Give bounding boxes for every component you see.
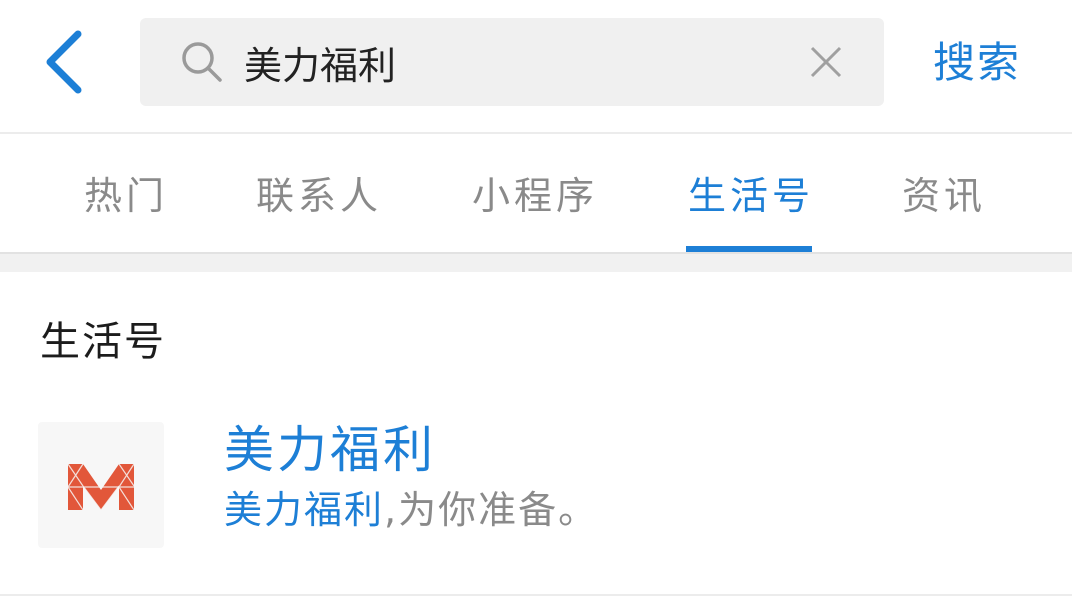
section-separator [0, 254, 1072, 272]
tab-news[interactable]: 资讯 [902, 166, 986, 226]
app-screen: 搜索 热门 联系人 小程序 生活号 资讯 生活号 [0, 0, 1072, 596]
account-description: 美力福利,为你准备。 [224, 484, 598, 536]
description-text: ,为你准备。 [384, 488, 599, 532]
tab-mini-programs[interactable]: 小程序 [472, 166, 598, 226]
tab-contacts[interactable]: 联系人 [256, 166, 382, 226]
search-box[interactable] [140, 18, 884, 106]
m-logo-icon [67, 463, 135, 511]
back-button[interactable] [30, 22, 100, 102]
search-button[interactable]: 搜索 [912, 30, 1042, 96]
search-icon [182, 42, 222, 82]
list-item[interactable]: 美力福利 美力福利,为你准备。 [0, 400, 1072, 570]
account-avatar [38, 422, 164, 548]
back-chevron-icon [46, 30, 82, 94]
search-input[interactable] [244, 18, 784, 106]
search-header: 搜索 [0, 0, 1072, 132]
tab-life-accounts[interactable]: 生活号 [688, 166, 814, 226]
category-tabs: 热门 联系人 小程序 生活号 资讯 [0, 134, 1072, 252]
tab-hot[interactable]: 热门 [84, 166, 168, 226]
section-title: 生活号 [40, 319, 166, 365]
clear-icon[interactable] [808, 44, 844, 80]
description-highlight: 美力福利 [224, 488, 385, 532]
account-name: 美力福利 [224, 421, 436, 479]
